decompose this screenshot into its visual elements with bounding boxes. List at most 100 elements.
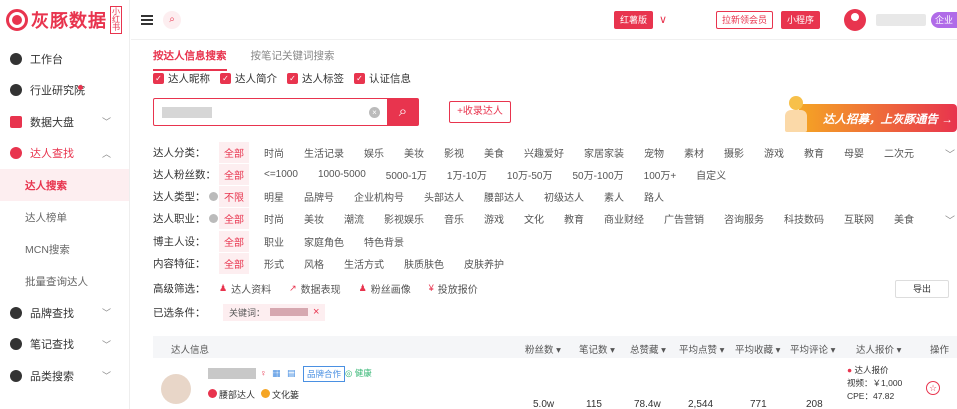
favorite-icon[interactable]: ☆ xyxy=(926,381,940,395)
chevron-down-icon[interactable]: ﹀ xyxy=(945,146,955,161)
avatar[interactable] xyxy=(161,374,191,404)
filter-option[interactable]: 游戏 xyxy=(484,211,504,226)
filter-option[interactable]: 全部 xyxy=(219,207,249,229)
export-button[interactable]: 导出 xyxy=(895,280,949,298)
search-icon[interactable]: ⌕ xyxy=(163,10,181,29)
filter-option[interactable]: 腰部达人 xyxy=(484,189,524,204)
adv-quote-link[interactable]: ¥ 投放报价 xyxy=(429,281,478,296)
check-nickname[interactable]: ✓ 达人昵称 xyxy=(153,71,210,86)
filter-option[interactable]: 广告营销 xyxy=(664,211,704,226)
filter-option[interactable]: 初级达人 xyxy=(544,189,584,204)
collect-influencer-button[interactable]: +收录达人 xyxy=(449,101,511,123)
sidebar-item-category-search[interactable]: 品类搜索 ﹀ xyxy=(0,360,129,392)
sidebar-subitem-influencer-rank[interactable]: 达人榜单 xyxy=(0,201,129,233)
filter-option[interactable]: 100万+ xyxy=(644,167,677,182)
filter-option[interactable]: 美妆 xyxy=(404,145,424,160)
sidebar-item-dashboard[interactable]: 数据大盘 ﹀ xyxy=(0,106,129,138)
filter-option[interactable]: 肤质肤色 xyxy=(404,256,444,271)
doc-icon[interactable]: ▤ xyxy=(287,368,296,379)
chevron-down-icon[interactable]: ﹀ xyxy=(945,212,955,227)
check-bio[interactable]: ✓ 达人简介 xyxy=(220,71,277,86)
filter-option[interactable]: 50万-100万 xyxy=(573,167,624,182)
filter-option[interactable]: 明星 xyxy=(264,189,284,204)
filter-option[interactable]: 母婴 xyxy=(844,145,864,160)
filter-option[interactable]: 摄影 xyxy=(724,145,744,160)
check-verify[interactable]: ✓ 认证信息 xyxy=(354,71,411,86)
menu-icon[interactable] xyxy=(141,14,153,25)
filter-option[interactable]: 游戏 xyxy=(764,145,784,160)
filter-option[interactable]: 5000-1万 xyxy=(386,167,427,182)
filter-option[interactable]: 品牌号 xyxy=(304,189,334,204)
filter-option[interactable]: 特色背景 xyxy=(364,234,404,249)
corp-badge[interactable]: 企业 xyxy=(931,12,957,28)
filter-option[interactable]: 全部 xyxy=(219,230,249,252)
filter-option[interactable]: 生活方式 xyxy=(344,256,384,271)
invite-button[interactable]: 拉新领会员 xyxy=(716,11,774,29)
filter-option[interactable]: 教育 xyxy=(564,211,584,226)
table-row[interactable]: ♀ ▦ ▤ 品牌合作 ◎ 健康 腰部达人 文化篓 5.0w 115 78.4w … xyxy=(153,360,957,409)
filter-option[interactable]: 互联网 xyxy=(844,211,874,226)
sidebar-subitem-influencer-search[interactable]: 达人搜索 xyxy=(0,169,129,201)
col-avg-likes[interactable]: 平均点赞 ▾ xyxy=(679,342,724,356)
col-avg-comments[interactable]: 平均评论 ▾ xyxy=(790,342,835,356)
sidebar-subitem-batch-query[interactable]: 批量查询达人 xyxy=(0,265,129,297)
col-notes[interactable]: 笔记数 ▾ xyxy=(579,342,615,356)
filter-option[interactable]: 文化 xyxy=(524,211,544,226)
filter-option[interactable]: 科技数码 xyxy=(784,211,824,226)
sidebar-item-brand-search[interactable]: 品牌查找 ﹀ xyxy=(0,297,129,329)
help-icon[interactable] xyxy=(208,191,218,201)
check-tags[interactable]: ✓ 达人标签 xyxy=(287,71,344,86)
filter-option[interactable]: 教育 xyxy=(804,145,824,160)
filter-option[interactable]: 素人 xyxy=(604,189,624,204)
filter-option[interactable]: 音乐 xyxy=(444,211,464,226)
filter-option[interactable]: 企业机构号 xyxy=(354,189,404,204)
filter-option[interactable]: 美妆 xyxy=(304,211,324,226)
filter-option[interactable]: 不限 xyxy=(219,185,249,207)
filter-option[interactable]: 1000-5000 xyxy=(318,169,366,180)
logo[interactable]: 灰豚数据 小红书 xyxy=(0,0,129,40)
search-button[interactable]: ⌕ xyxy=(387,98,419,126)
clear-icon[interactable]: × xyxy=(369,107,380,118)
filter-option[interactable]: 影视娱乐 xyxy=(384,211,424,226)
search-input[interactable]: × xyxy=(153,98,389,126)
chart-icon[interactable]: ▦ xyxy=(272,368,281,379)
sidebar-item-workbench[interactable]: 工作台 xyxy=(0,43,129,75)
filter-option[interactable]: 全部 xyxy=(219,252,249,274)
col-quote[interactable]: 达人报价 ▾ xyxy=(856,342,901,356)
filter-option[interactable]: 头部达人 xyxy=(424,189,464,204)
filter-option[interactable]: 风格 xyxy=(304,256,324,271)
filter-option[interactable]: 全部 xyxy=(219,141,249,163)
filter-option[interactable]: 影视 xyxy=(444,145,464,160)
condition-tag[interactable]: 关键词： × xyxy=(223,303,326,321)
filter-option[interactable]: 全部 xyxy=(219,163,249,185)
filter-option[interactable]: 路人 xyxy=(644,189,664,204)
avatar[interactable] xyxy=(844,9,866,31)
version-badge[interactable]: 红薯版 xyxy=(614,11,654,29)
filter-option[interactable]: 咨询服务 xyxy=(724,211,764,226)
sidebar-item-influencer-search[interactable]: 达人查找 ︿ xyxy=(0,138,129,170)
filter-option[interactable]: 皮肤养护 xyxy=(464,256,504,271)
filter-option[interactable]: 美食 xyxy=(894,211,914,226)
filter-option[interactable]: 自定义 xyxy=(696,167,726,182)
chevron-down-icon[interactable]: ∨ xyxy=(651,10,675,30)
adv-performance-link[interactable]: ↗ 数据表现 xyxy=(289,281,341,296)
filter-option[interactable]: 时尚 xyxy=(264,211,284,226)
filter-option[interactable]: 时尚 xyxy=(264,145,284,160)
filter-option[interactable]: 10万-50万 xyxy=(507,167,553,182)
filter-option[interactable]: 生活记录 xyxy=(304,145,344,160)
filter-option[interactable]: 潮流 xyxy=(344,211,364,226)
filter-option[interactable]: 二次元 xyxy=(884,145,914,160)
col-likes[interactable]: 总赞藏 ▾ xyxy=(630,342,666,356)
filter-option[interactable]: 宠物 xyxy=(644,145,664,160)
filter-option[interactable]: 商业财经 xyxy=(604,211,644,226)
recruit-banner[interactable]: 达人招募，上灰豚通告 → xyxy=(781,94,957,134)
mini-program-button[interactable]: 小程序 xyxy=(781,11,821,29)
col-avg-fav[interactable]: 平均收藏 ▾ xyxy=(735,342,780,356)
filter-option[interactable]: 职业 xyxy=(264,234,284,249)
filter-option[interactable]: 娱乐 xyxy=(364,145,384,160)
filter-option[interactable]: 1万-10万 xyxy=(447,167,487,182)
filter-option[interactable]: 家庭角色 xyxy=(304,234,344,249)
col-fans[interactable]: 粉丝数 ▾ xyxy=(525,342,561,356)
help-icon[interactable] xyxy=(208,213,218,223)
filter-option[interactable]: 家居家装 xyxy=(584,145,624,160)
